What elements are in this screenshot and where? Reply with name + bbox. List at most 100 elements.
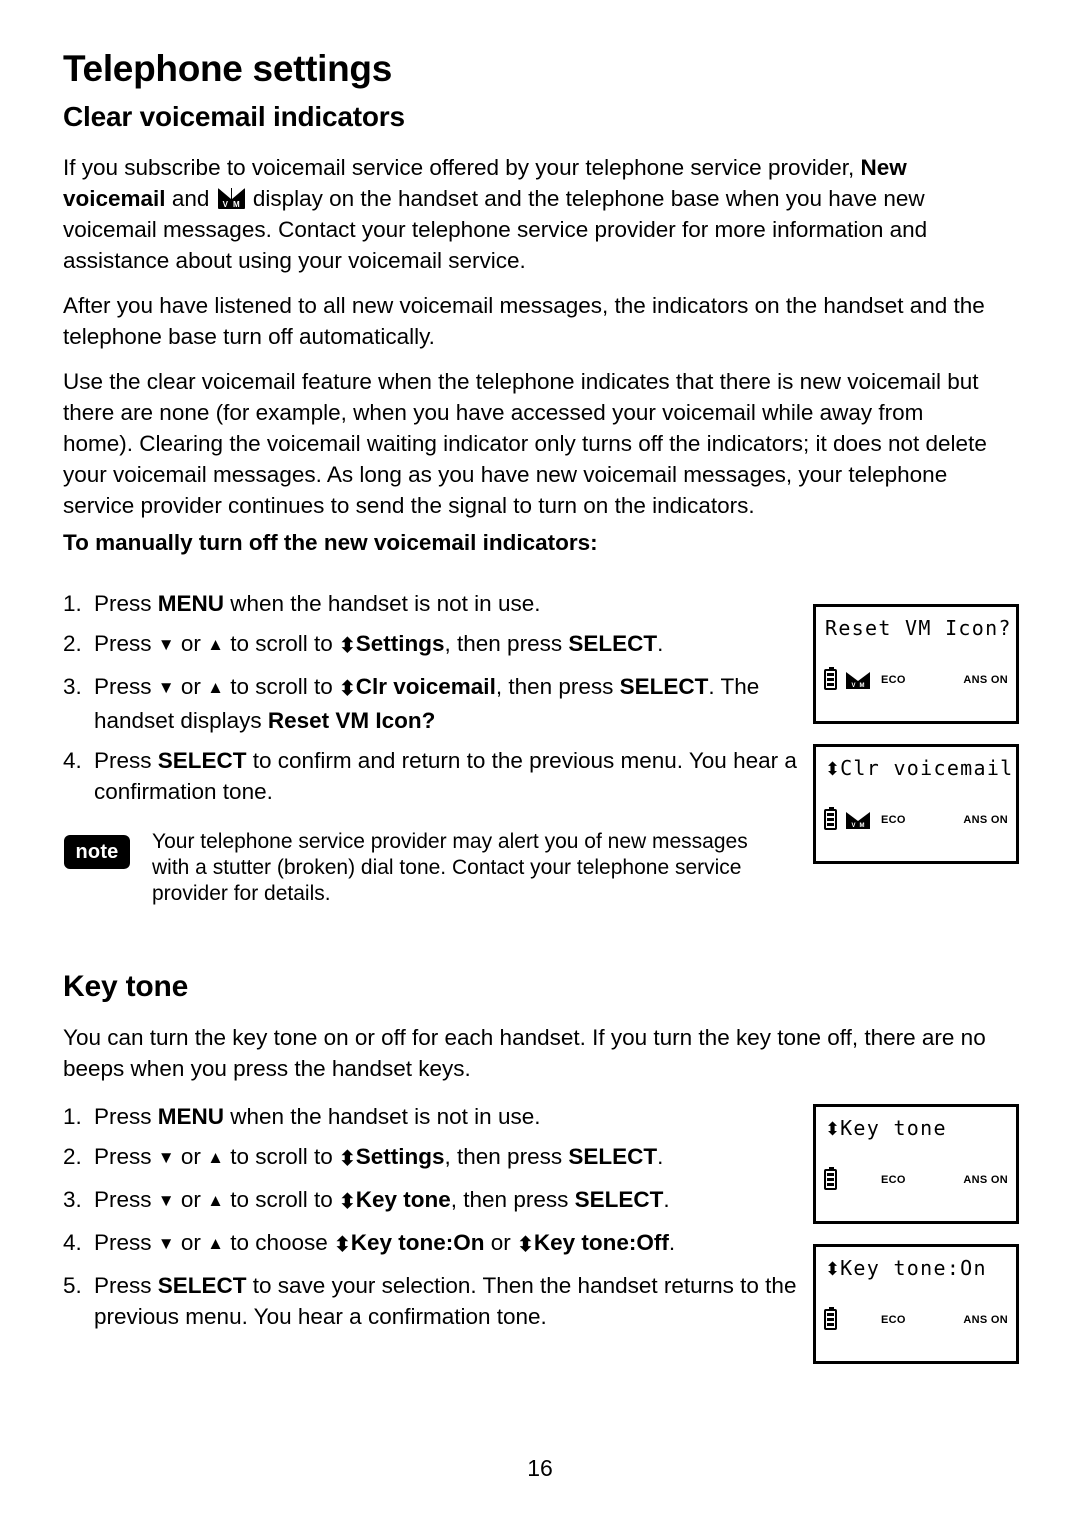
- step-item: 4. Press ▼ or ▲ to choose ⬍Key tone:On or…: [63, 1227, 805, 1261]
- step-text-fragment: or: [174, 1144, 208, 1169]
- battery-icon: [824, 1167, 837, 1190]
- up-down-arrow-icon: ⬍: [825, 759, 841, 779]
- eco-indicator: ECO: [881, 1314, 906, 1326]
- lcd-text: Key tone: [840, 1116, 947, 1140]
- step-text-fragment: to scroll to: [223, 631, 339, 656]
- step-text: Press ▼ or ▲ to scroll to ⬍Key tone, the…: [94, 1184, 805, 1218]
- step-text: Press ▼ or ▲ to scroll to ⬍Clr voicemail…: [94, 671, 805, 736]
- lcd-text: Reset VM Icon?: [825, 616, 1012, 640]
- step-item: 3. Press ▼ or ▲ to scroll to ⬍Clr voicema…: [63, 671, 805, 736]
- keytone-intro-body: You can turn the key tone on or off for …: [63, 1022, 993, 1098]
- chapter-title: Telephone settings: [63, 48, 393, 89]
- triangle-up-icon: ▲: [207, 678, 224, 697]
- envelope-vm-icon: VM: [217, 188, 245, 209]
- step-text: Press ▼ or ▲ to scroll to ⬍Settings, the…: [94, 1141, 805, 1175]
- step-text-fragment: or: [174, 1187, 208, 1212]
- step-number: 3.: [63, 674, 82, 699]
- lcd-text-line: Reset VM Icon?: [825, 616, 1010, 640]
- step-text: Press MENU when the handset is not in us…: [94, 1101, 805, 1132]
- triangle-up-icon: ▲: [207, 1148, 224, 1167]
- step-text-fragment: to choose: [223, 1230, 335, 1255]
- step-text-fragment: SELECT: [619, 674, 709, 699]
- procedure-heading-voicemail: To manually turn off the new voicemail i…: [63, 530, 598, 555]
- handset-display-key-tone: ⬍Key tone ECO ANS ON: [813, 1104, 1019, 1224]
- battery-icon: [824, 1307, 837, 1330]
- step-text-fragment: or: [174, 631, 208, 656]
- step-text-fragment: Press: [94, 631, 158, 656]
- up-down-arrow-icon: ⬍: [825, 1259, 841, 1279]
- step-text-fragment: Press: [94, 1144, 158, 1169]
- step-text-fragment: or: [174, 1230, 208, 1255]
- step-text-fragment: Press: [94, 591, 158, 616]
- step-text-fragment: , then press: [495, 674, 620, 699]
- step-text-fragment: Press: [94, 748, 158, 773]
- step-number: 3.: [63, 1187, 82, 1212]
- step-text-fragment: SELECT: [157, 748, 247, 773]
- step-item: 2. Press ▼ or ▲ to scroll to ⬍Settings, t…: [63, 1141, 805, 1175]
- up-down-arrow-icon: ⬍: [825, 1119, 841, 1139]
- step-text-fragment: Press: [94, 1104, 158, 1129]
- step-text: Press SELECT to save your selection. The…: [94, 1270, 805, 1332]
- triangle-down-icon: ▼: [157, 1191, 175, 1210]
- step-text-fragment: Clr voicemail: [355, 674, 496, 699]
- step-item: 2. Press ▼ or ▲ to scroll to ⬍Settings, t…: [63, 628, 805, 662]
- step-text-fragment: when the handset is not in use.: [224, 591, 541, 616]
- step-text-fragment: Key tone: [355, 1187, 451, 1212]
- ans-on-indicator: ANS ON: [963, 814, 1008, 826]
- battery-icon: [824, 667, 837, 690]
- step-text-fragment: to scroll to: [223, 1144, 339, 1169]
- triangle-up-icon: ▲: [207, 1191, 224, 1210]
- envelope-vm-icon: VM: [846, 812, 870, 829]
- step-text-fragment: Settings: [355, 631, 445, 656]
- step-text-fragment: Key tone:Off: [533, 1230, 669, 1255]
- step-text-fragment: , then press: [444, 631, 569, 656]
- step-text-fragment: SELECT: [574, 1187, 664, 1212]
- triangle-down-icon: ▼: [157, 1234, 175, 1253]
- up-down-arrow-icon: ⬍: [517, 1234, 534, 1256]
- step-text: Press ▼ or ▲ to scroll to ⬍Settings, the…: [94, 628, 805, 662]
- lcd-status-bar: VM ECO ANS ON: [824, 667, 1008, 691]
- step-text-fragment: SELECT: [568, 1144, 658, 1169]
- keytone-paragraph-1: You can turn the key tone on or off for …: [63, 1025, 986, 1081]
- paragraph-1-part-a: If you subscribe to voicemail service of…: [63, 155, 861, 180]
- step-text-fragment: MENU: [157, 591, 225, 616]
- eco-indicator: ECO: [881, 814, 906, 826]
- lcd-status-bar: ECO ANS ON: [824, 1167, 1008, 1191]
- step-text-fragment: or: [174, 674, 208, 699]
- step-text-fragment: or: [484, 1230, 518, 1255]
- paragraph-1-part-b: and: [165, 186, 216, 211]
- step-text-fragment: to scroll to: [223, 1187, 339, 1212]
- step-text-fragment: SELECT: [568, 631, 658, 656]
- step-number: 1.: [63, 591, 82, 616]
- battery-icon: [824, 807, 837, 830]
- up-down-arrow-icon: ⬍: [338, 1148, 356, 1170]
- step-text-fragment: SELECT: [157, 1273, 247, 1298]
- lcd-text-line: ⬍Key tone: [825, 1116, 1010, 1140]
- step-text-fragment: when the handset is not in use.: [224, 1104, 541, 1129]
- step-item: 1. Press MENU when the handset is not in …: [63, 588, 805, 619]
- eco-indicator: ECO: [881, 1174, 906, 1186]
- lcd-text: Key tone:On: [840, 1256, 987, 1280]
- page-number: 16: [527, 1455, 553, 1481]
- step-number: 4.: [63, 1230, 82, 1255]
- lcd-status-bar: ECO ANS ON: [824, 1307, 1008, 1331]
- paragraph-2: After you have listened to all new voice…: [63, 293, 985, 349]
- step-text: Press ▼ or ▲ to choose ⬍Key tone:On or ⬍…: [94, 1227, 805, 1261]
- step-number: 4.: [63, 748, 82, 773]
- step-text-fragment: to scroll to: [223, 674, 339, 699]
- step-text-fragment: Settings: [355, 1144, 445, 1169]
- triangle-up-icon: ▲: [207, 1234, 224, 1253]
- up-down-arrow-icon: ⬍: [334, 1234, 351, 1256]
- step-text-fragment: , then press: [444, 1144, 569, 1169]
- paragraph-1: If you subscribe to voicemail service of…: [63, 152, 993, 276]
- triangle-down-icon: ▼: [157, 1148, 175, 1167]
- up-down-arrow-icon: ⬍: [338, 678, 356, 700]
- steps-list-voicemail: 1. Press MENU when the handset is not in …: [63, 588, 805, 816]
- step-number: 5.: [63, 1273, 82, 1298]
- step-text-fragment: Reset VM Icon?: [267, 708, 436, 733]
- step-text-fragment: .: [668, 1230, 676, 1255]
- triangle-up-icon: ▲: [207, 635, 224, 654]
- note-block: note Your telephone service provider may…: [64, 829, 764, 907]
- step-text: Press MENU when the handset is not in us…: [94, 588, 805, 619]
- triangle-down-icon: ▼: [157, 635, 175, 654]
